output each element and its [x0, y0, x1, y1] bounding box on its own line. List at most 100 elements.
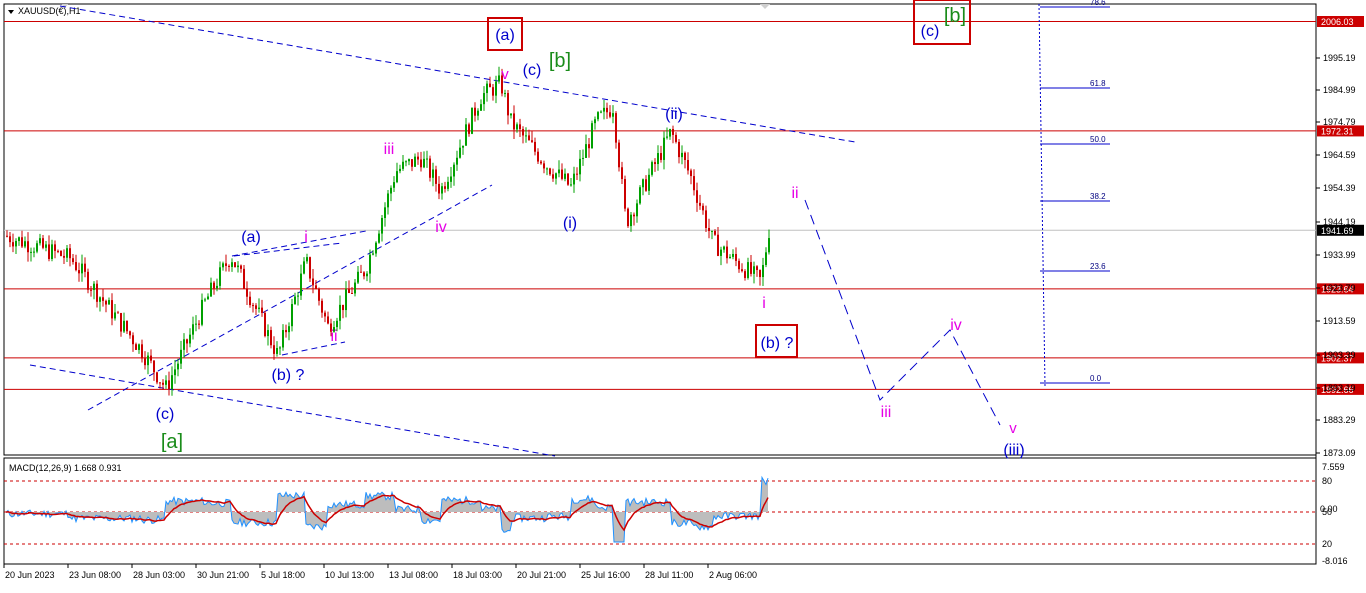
candle-body: [267, 330, 269, 337]
candle-body: [522, 129, 524, 136]
candle-body: [543, 163, 545, 169]
candle-body: [576, 173, 578, 175]
candle-body: [162, 382, 164, 385]
candle-body: [741, 269, 743, 272]
candle-body: [744, 271, 746, 278]
candle-body: [465, 124, 467, 146]
candle-body: [195, 323, 197, 325]
wave-label: ii: [330, 328, 337, 345]
wave-label: (c): [523, 62, 542, 79]
candle-body: [264, 312, 266, 337]
candle-body: [141, 344, 143, 359]
candle-body: [639, 187, 641, 204]
candle-body: [621, 167, 623, 180]
candle-body: [720, 249, 722, 256]
candle-body: [201, 299, 203, 325]
time-axis: 20 Jun 2023 23 Jun 08:00 28 Jun 03:00 30 Ju…: [3, 564, 757, 580]
candle-body: [672, 128, 674, 135]
candle-body: [648, 174, 650, 191]
price-tick-label: 1964.59: [1323, 150, 1356, 160]
candle-body: [24, 241, 26, 247]
candle-body: [177, 363, 179, 370]
price-tick-label: 1873.09: [1323, 448, 1356, 458]
candle-body: [702, 205, 704, 211]
macd-tick-label: 7.559: [1322, 462, 1345, 472]
candle-body: [150, 355, 152, 361]
candle-body: [129, 331, 131, 336]
candle-body: [450, 176, 452, 182]
candle-body: [717, 234, 719, 256]
candle-body: [48, 244, 50, 259]
chart-svg[interactable]: XAUUSD(€),H1 MACD(12,26,9) 1.668 0.931 2…: [0, 0, 1366, 588]
candle-body: [690, 170, 692, 177]
price-tick-label: 1913.59: [1323, 316, 1356, 326]
candle-body: [339, 304, 341, 321]
candle-body: [630, 214, 632, 227]
candle-body: [183, 339, 185, 350]
wave-label: (c): [921, 23, 940, 40]
candle-body: [495, 81, 497, 96]
candle-body: [555, 173, 557, 179]
candle-body: [219, 267, 221, 286]
candle-body: [441, 186, 443, 194]
candle-body: [210, 282, 212, 297]
candle-body: [378, 233, 380, 243]
macd-tick-label: 20: [1322, 539, 1332, 549]
candle-body: [111, 300, 113, 319]
candle-body: [57, 250, 59, 252]
trading-chart[interactable]: XAUUSD(€),H1 MACD(12,26,9) 1.668 0.931 2…: [0, 0, 1366, 588]
price-level-tag-label: 2006.03: [1321, 17, 1354, 27]
candle-body: [507, 93, 509, 116]
candle-body: [636, 203, 638, 217]
candle-body: [321, 300, 323, 313]
candle-body: [357, 271, 359, 283]
candle-body: [243, 268, 245, 289]
candle-body: [615, 113, 617, 143]
candle-body: [324, 312, 326, 317]
candle-body: [468, 124, 470, 134]
candle-body: [78, 270, 80, 274]
candle-body: [546, 168, 548, 170]
candle-body: [114, 312, 116, 319]
candle-body: [249, 296, 251, 306]
candle-body: [705, 210, 707, 228]
candle-body: [447, 181, 449, 189]
candle-body: [84, 263, 86, 272]
candle-body: [504, 93, 506, 95]
candle-body: [351, 292, 353, 294]
wave-label: i: [304, 229, 308, 246]
candle-body: [312, 278, 314, 286]
candle-body: [564, 173, 566, 179]
candle-body: [420, 159, 422, 168]
fib-level-label: 23.6: [1090, 262, 1106, 271]
candle-body: [765, 252, 767, 265]
candle-body: [144, 358, 146, 366]
candle-body: [255, 305, 257, 309]
candle-body: [585, 144, 587, 158]
candle-body: [261, 307, 263, 313]
price-tick-label: 1923.79: [1323, 283, 1356, 293]
candle-body: [483, 93, 485, 105]
candle-body: [135, 344, 137, 350]
candle-body: [729, 256, 731, 259]
candle-body: [456, 157, 458, 165]
candle-body: [153, 360, 155, 373]
candle-body: [681, 152, 683, 158]
candle-body: [561, 169, 563, 179]
candle-body: [471, 107, 473, 134]
candle-body: [186, 339, 188, 344]
wave-label: iv: [435, 219, 447, 236]
candle-body: [429, 158, 431, 178]
candle-body: [492, 87, 494, 96]
candle-body: [408, 159, 410, 162]
candle-body: [435, 169, 437, 184]
time-tick-label: 20 Jul 21:00: [517, 570, 566, 580]
candle-body: [756, 266, 758, 270]
wave-label: v: [501, 66, 509, 83]
candle-body: [399, 168, 401, 172]
candle-body: [45, 244, 47, 248]
candle-body: [36, 243, 38, 252]
candle-body: [687, 160, 689, 171]
candle-body: [675, 134, 677, 142]
wave-label: (ii): [665, 106, 683, 123]
